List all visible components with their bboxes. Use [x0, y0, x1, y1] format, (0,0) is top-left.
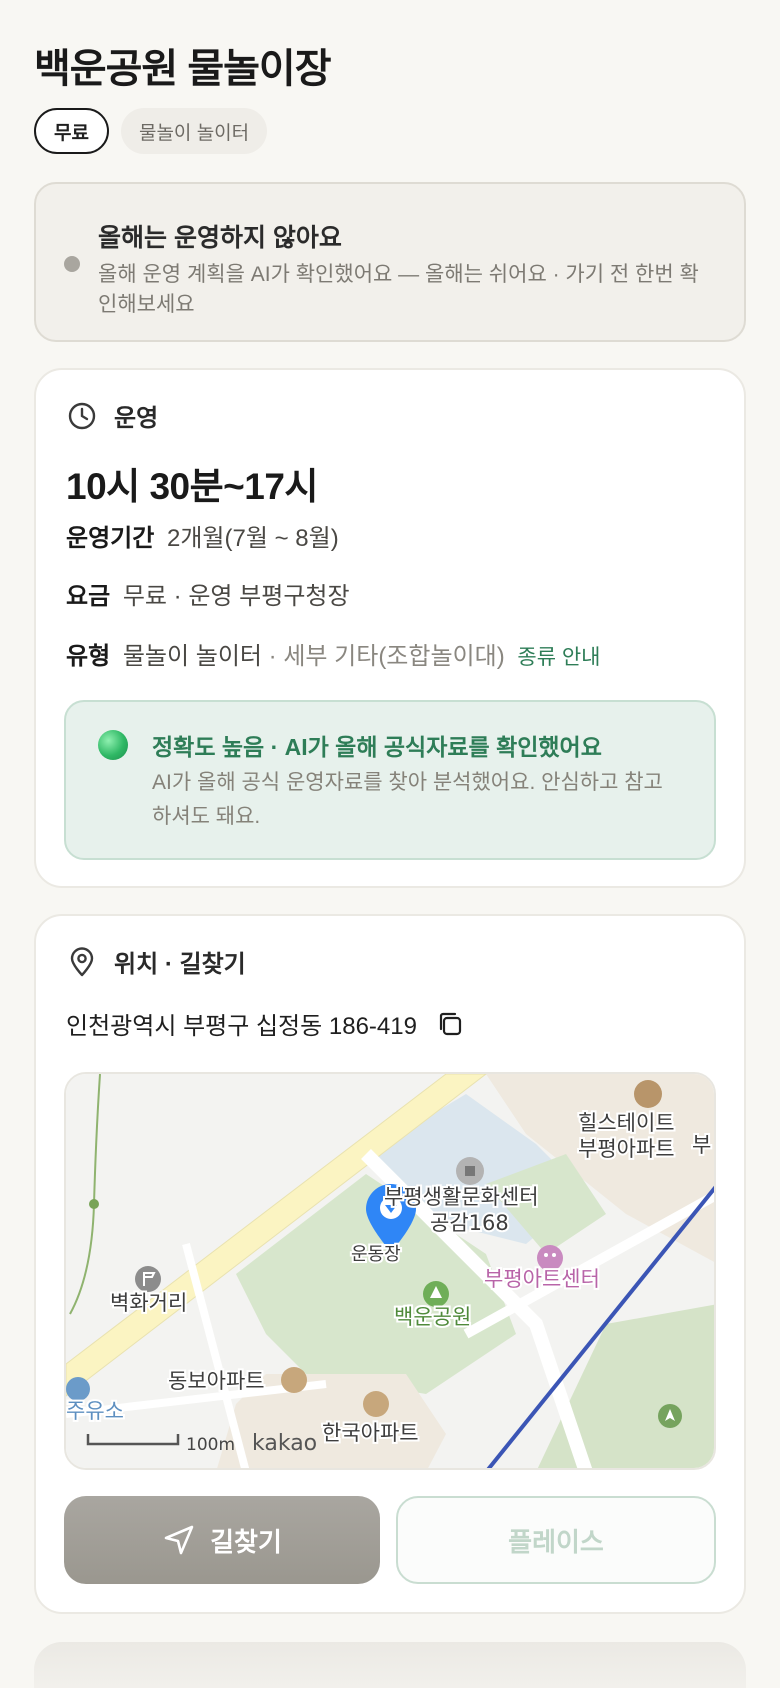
- type-guide-link[interactable]: 종류 안내: [517, 646, 600, 669]
- map-label-culture-1: 부평생활문화센터: [384, 1185, 539, 1209]
- page-title: 백운공원 물놀이장: [34, 47, 332, 91]
- address-text: 인천광역시 부평구 십정동 186-419: [66, 1013, 417, 1040]
- map-label-street: 벽화거리: [110, 1291, 187, 1315]
- map-view[interactable]: 부평생활문화센터 공감168 운동장 백운공원 부평아트센터 힐스테이트 부평아…: [64, 1072, 716, 1470]
- directions-button[interactable]: 길찾기: [64, 1496, 380, 1584]
- address-row: 인천광역시 부평구 십정동 186-419: [66, 1006, 465, 1041]
- fee-label: 요금: [66, 583, 111, 610]
- map-label-hills-1: 힐스테이트: [578, 1111, 675, 1135]
- fee-row: 요금 무료 · 운영 부평구청장: [66, 576, 350, 611]
- map-label-gas-station: 주유소: [66, 1399, 124, 1423]
- page: 백운공원 물놀이장 무료 물놀이 놀이터 올해는 운영하지 않아요 올해 운영 …: [0, 0, 780, 1688]
- period-row: 운영기간 2개월(7월 ~ 8월): [66, 518, 339, 553]
- map-label-dongbo: 동보아파트: [168, 1369, 265, 1393]
- notice-text: 올해 운영 계획을 AI가 확인했어요 — 올해는 쉬어요 · 가기 전 한번 …: [98, 263, 699, 316]
- map-logo: kakao: [252, 1431, 317, 1456]
- accuracy-title: 정확도 높음 · AI가 올해 공식자료를 확인했어요: [152, 734, 602, 760]
- map-canvas[interactable]: 부평생활문화센터 공감168 운동장 백운공원 부평아트센터 힐스테이트 부평아…: [66, 1074, 716, 1470]
- notice-title: 올해는 운영하지 않아요: [98, 224, 342, 252]
- period-value: 2개월(7월 ~ 8월): [167, 525, 339, 552]
- operation-card: 운영 10시 30분~17시 운영기간 2개월(7월 ~ 8월) 요금 무료 ·…: [34, 368, 746, 888]
- status-notice: 올해는 운영하지 않아요 올해 운영 계획을 AI가 확인했어요 — 올해는 쉬…: [34, 182, 746, 342]
- map-label-park-name: 백운공원: [394, 1305, 471, 1329]
- accuracy-orb-icon: [98, 730, 128, 760]
- directions-button-label: 길찾기: [210, 1526, 282, 1557]
- location-pin-icon: [70, 946, 94, 976]
- location-card: 위치 · 길찾기 인천광역시 부평구 십정동 186-419 부평생활문화센터 …: [34, 914, 746, 1614]
- operation-header-label: 운영: [114, 405, 159, 432]
- chip-free[interactable]: 무료: [34, 108, 109, 154]
- place-button[interactable]: 플레이스: [396, 1496, 716, 1584]
- map-label-hills-2: 부평아파트: [578, 1137, 675, 1161]
- accuracy-panel: 정확도 높음 · AI가 올해 공식자료를 확인했어요 AI가 올해 공식 운영…: [64, 700, 716, 860]
- navigation-arrow-icon: [164, 1525, 194, 1555]
- type-row: 유형 물놀이 놀이터 · 세부 기타(조합놀이대) 종류 안내: [66, 636, 601, 671]
- operating-hours: 10시 30분~17시: [66, 466, 318, 507]
- copy-icon[interactable]: [435, 1009, 465, 1039]
- clock-icon: [68, 402, 96, 429]
- tag-chips: 무료 물놀이 놀이터: [34, 108, 268, 154]
- map-label-park-area: 운동장: [351, 1244, 401, 1265]
- fee-value: 무료 · 운영 부평구청장: [122, 583, 350, 610]
- status-dot-icon: [64, 256, 80, 272]
- location-header-label: 위치 · 길찾기: [114, 951, 246, 978]
- type-detail: · 세부 기타(조합놀이대): [268, 643, 505, 670]
- type-value: 물놀이 놀이터: [122, 643, 262, 670]
- period-label: 운영기간: [66, 525, 155, 552]
- map-label-hanguk: 한국아파트: [322, 1421, 419, 1445]
- map-label-culture-2: 공감168: [430, 1211, 509, 1235]
- map-scale-label: 100m: [186, 1435, 235, 1455]
- location-header: 위치 · 길찾기: [66, 944, 246, 979]
- accuracy-text: AI가 올해 공식 운영자료를 찾아 분석했어요. 안심하고 참고하셔도 돼요.: [152, 771, 663, 828]
- map-label-hills-cut: 부: [692, 1133, 711, 1157]
- operation-header: 운영: [66, 398, 158, 433]
- map-label-art-center: 부평아트센터: [484, 1267, 600, 1291]
- next-card-peek: [34, 1642, 746, 1688]
- type-label: 유형: [66, 643, 111, 670]
- action-buttons: 길찾기 플레이스: [64, 1496, 716, 1584]
- chip-category[interactable]: 물놀이 놀이터: [120, 108, 268, 154]
